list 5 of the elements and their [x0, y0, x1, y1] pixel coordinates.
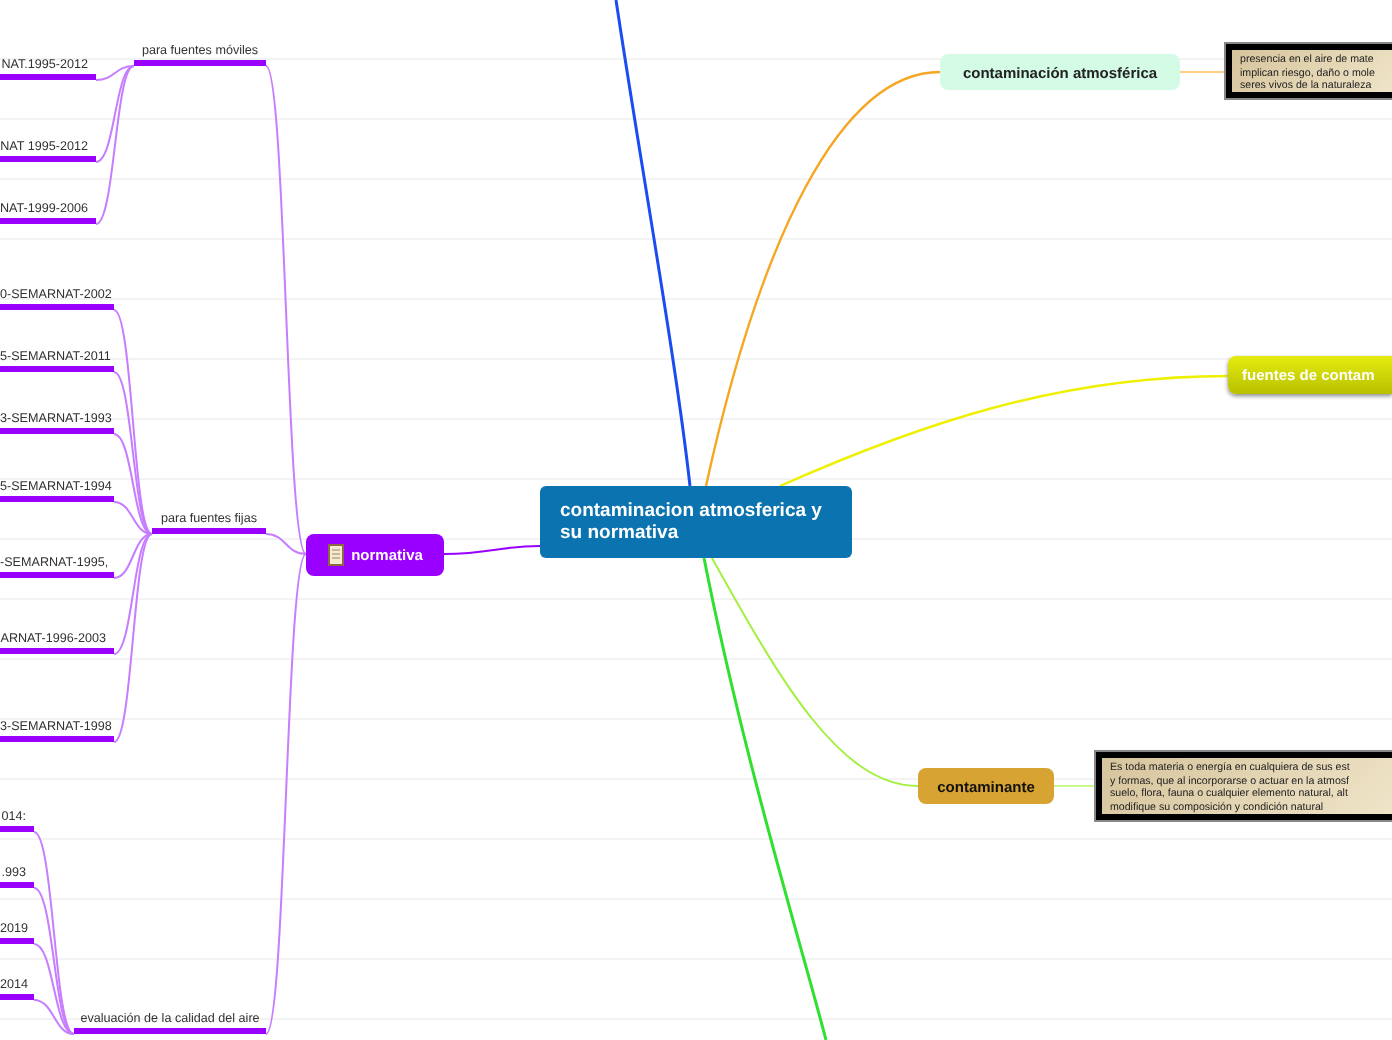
notepad-icon [327, 544, 344, 566]
connector-line [443, 545, 541, 555]
connector-line [1053, 785, 1097, 787]
central-topic[interactable]: contaminacion atmosferica y su normativa [540, 486, 852, 558]
connector-line [1179, 71, 1227, 73]
